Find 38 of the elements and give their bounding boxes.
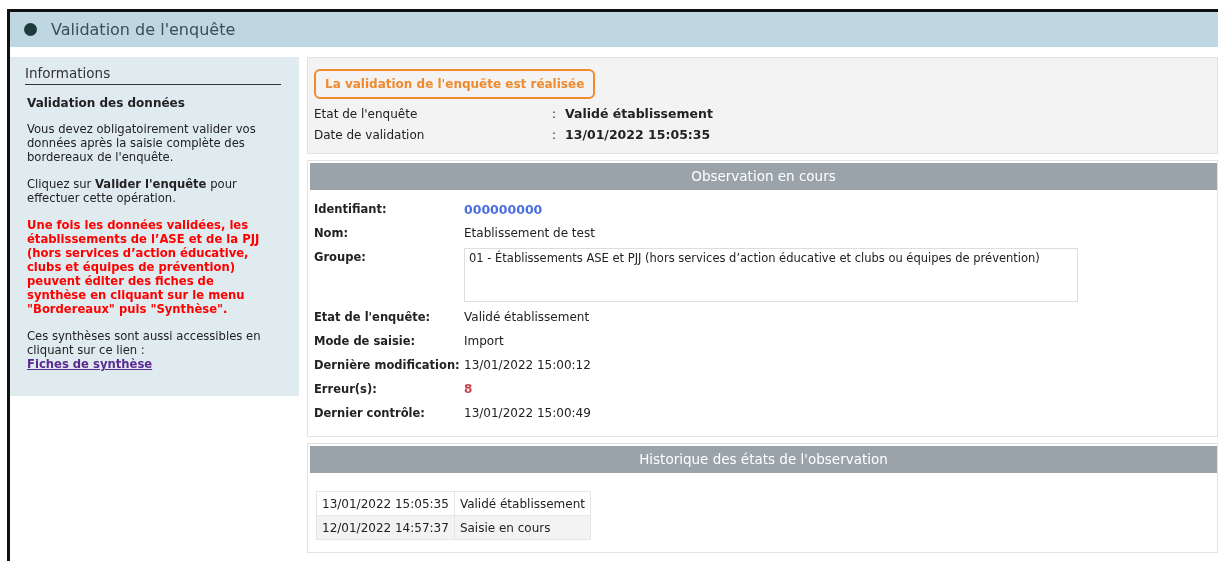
table-cell: 12/01/2022 14:57:37	[316, 515, 455, 540]
field-label: Groupe:	[314, 249, 367, 264]
error-count: 8	[464, 381, 473, 396]
info-paragraph: Vous devez obligatoirement valider vos données après la saisie complète des bordereaux de l'enquête.	[27, 122, 257, 164]
warning-paragraph: Une fois les données validées, les établissements de l’ASE et de la PJJ (hors services d’action éducative, clubs et équipes de prévention) peuvent éditer des fiches de synthèse en cliquant sur le menu "Bordereaux" puis "Synthèse".	[27, 218, 261, 316]
field-value: 13/01/2022 15:05:35	[565, 127, 711, 142]
panel-heading: Validation des données	[27, 96, 186, 110]
table-cell: Validé établissement	[454, 491, 591, 516]
table-cell: Saisie en cours	[454, 515, 591, 540]
field-label: Etat de l'enquête	[314, 106, 419, 121]
field-value: 13/01/2022 15:00:49	[464, 405, 591, 420]
success-message: La validation de l'enquête est réalisée	[314, 69, 596, 99]
section-header: Observation en cours	[310, 163, 1217, 190]
colon: :	[552, 127, 558, 142]
group-textarea[interactable]: 01 - Établissements ASE et PJJ (hors services d’action éducative et clubs ou équipes de prévention)	[464, 248, 1078, 302]
section-header: Historique des états de l'observation	[310, 446, 1217, 473]
field-label: Mode de saisie:	[314, 333, 417, 348]
colon: :	[552, 106, 558, 121]
page-title: Validation de l'enquête	[51, 20, 236, 39]
field-label: Dernière modification:	[314, 357, 461, 372]
field-value: Etablissement de test	[464, 225, 595, 240]
identifier-value: 000000000	[464, 201, 543, 217]
panel-title: Informations	[25, 65, 281, 85]
field-label: Etat de l'enquête:	[314, 309, 432, 324]
field-value: Import	[464, 333, 504, 348]
field-label: Identifiant:	[314, 201, 388, 216]
field-label: Erreur(s):	[314, 381, 378, 396]
field-value: 13/01/2022 15:00:12	[464, 357, 591, 372]
field-label: Nom:	[314, 225, 350, 240]
bullet-icon	[24, 23, 37, 36]
field-value: Validé établissement	[464, 309, 590, 324]
field-label: Date de validation	[314, 127, 426, 142]
synthesis-link[interactable]: Fiches de synthèse	[27, 357, 153, 371]
field-value: Validé établissement	[565, 106, 713, 121]
table-cell: 13/01/2022 15:05:35	[316, 491, 455, 516]
field-label: Dernier contrôle:	[314, 405, 426, 420]
info-paragraph: Ces synthèses sont aussi accessibles en cliquant sur ce lien : Fiches de synthèse	[27, 329, 262, 371]
info-paragraph: Cliquez sur Valider l'enquête pour effectuer cette opération.	[27, 177, 238, 205]
